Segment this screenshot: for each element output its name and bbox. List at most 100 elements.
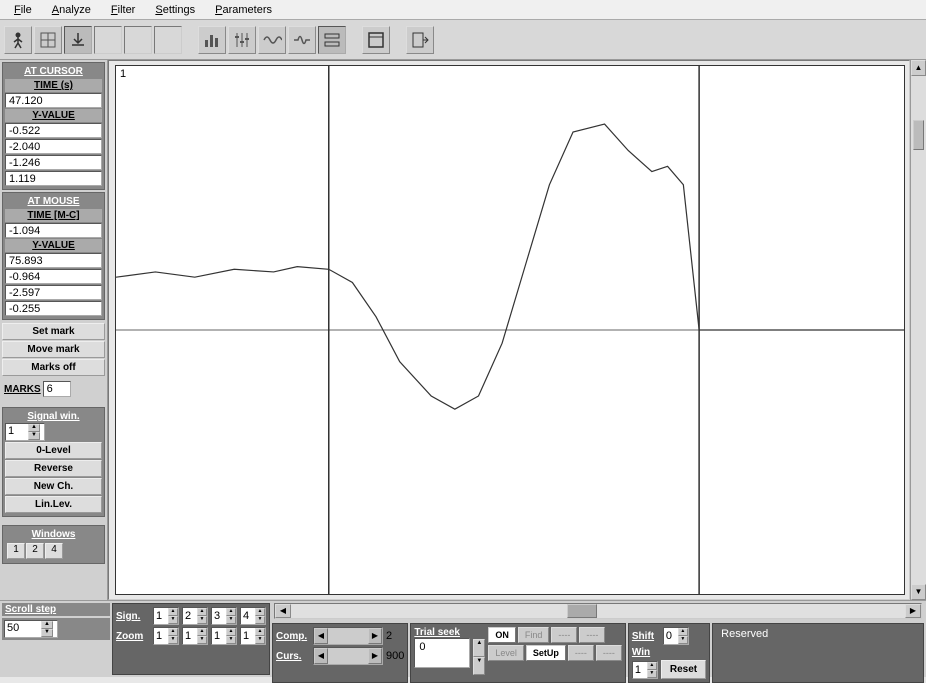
scroll-up-icon[interactable]: ▲ bbox=[911, 60, 926, 76]
mouse-time-value[interactable]: -1.094 bbox=[5, 223, 102, 238]
toolbar-layout-icon[interactable] bbox=[318, 26, 346, 54]
toolbar-empty-3 bbox=[154, 26, 182, 54]
up-arrow-icon[interactable]: ▲ bbox=[41, 621, 53, 629]
cursor-time-label: TIME (s) bbox=[5, 79, 102, 92]
menu-analyze[interactable]: Analyze bbox=[42, 2, 101, 17]
toolbar-bars-icon[interactable] bbox=[198, 26, 226, 54]
curs-slider[interactable]: ◀▶ bbox=[313, 647, 383, 665]
new-ch-button[interactable]: New Ch. bbox=[5, 478, 102, 495]
zoom-label: Zoom bbox=[116, 631, 150, 642]
horizontal-scrollbar[interactable]: ◀ ▶ bbox=[274, 603, 922, 619]
trial-find-button[interactable]: Find bbox=[518, 627, 550, 643]
cursor-y-1[interactable]: -2.040 bbox=[5, 139, 102, 154]
toolbar-sliders-icon[interactable] bbox=[228, 26, 256, 54]
lin-lev-button[interactable]: Lin.Lev. bbox=[5, 496, 102, 513]
signal-win-value[interactable]: 1 bbox=[6, 424, 28, 440]
toolbar-empty-1 bbox=[94, 26, 122, 54]
mouse-y-2[interactable]: -2.597 bbox=[5, 285, 102, 300]
menu-file[interactable]: File bbox=[4, 2, 42, 17]
trial-level-button[interactable]: Level bbox=[488, 645, 524, 661]
move-mark-button[interactable]: Move mark bbox=[2, 341, 105, 358]
down-arrow-icon[interactable]: ▼ bbox=[41, 629, 53, 637]
scroll-step-spinner[interactable]: 50 ▲▼ bbox=[4, 620, 58, 638]
toolbar-window-icon[interactable] bbox=[362, 26, 390, 54]
sign-2[interactable]: 2▲▼ bbox=[182, 607, 208, 625]
menu-parameters[interactable]: Parameters bbox=[205, 2, 282, 17]
trial-setup-button[interactable]: SetUp bbox=[526, 645, 566, 661]
scroll-thumb[interactable] bbox=[913, 120, 924, 150]
vertical-scrollbar[interactable]: ▲ ▼ bbox=[910, 60, 926, 600]
mouse-y-3[interactable]: -0.255 bbox=[5, 301, 102, 316]
zoom-3[interactable]: 1▲▼ bbox=[211, 627, 237, 645]
trial-dash-4: ---- bbox=[596, 645, 622, 661]
shift-spinner[interactable]: 0▲▼ bbox=[663, 627, 689, 645]
hscroll-thumb[interactable] bbox=[567, 604, 597, 618]
marks-value[interactable]: 6 bbox=[43, 381, 71, 397]
marks-off-button[interactable]: Marks off bbox=[2, 359, 105, 376]
trial-down-icon[interactable]: ▼ bbox=[473, 657, 485, 675]
cursor-time-value[interactable]: 47.120 bbox=[5, 93, 102, 108]
toolbar-grid-icon[interactable] bbox=[34, 26, 62, 54]
scroll-down-icon[interactable]: ▼ bbox=[911, 584, 926, 600]
zoom-2[interactable]: 1▲▼ bbox=[182, 627, 208, 645]
toolbar-pulse-icon[interactable] bbox=[288, 26, 316, 54]
at-mouse-header: AT MOUSE bbox=[5, 195, 102, 208]
sign-4[interactable]: 4▲▼ bbox=[240, 607, 266, 625]
hscroll-left-icon[interactable]: ◀ bbox=[275, 604, 291, 618]
comp-curs-panel: Comp. ◀▶ 2 Curs. ◀▶ 900 bbox=[272, 623, 408, 683]
toolbar-empty-2 bbox=[124, 26, 152, 54]
windows-btn-4[interactable]: 4 bbox=[45, 543, 63, 559]
reset-button[interactable]: Reset bbox=[661, 660, 706, 679]
signal-win-label: Signal win. bbox=[5, 410, 102, 423]
signal-plot[interactable]: 1 bbox=[115, 65, 905, 595]
shift-win-panel: Shift 0▲▼ Win 1▲▼ Reset bbox=[628, 623, 710, 683]
mouse-y-1[interactable]: -0.964 bbox=[5, 269, 102, 284]
mark-buttons: Set mark Move mark Marks off bbox=[2, 322, 105, 377]
toolbar-download-icon[interactable] bbox=[64, 26, 92, 54]
cursor-y-0[interactable]: -0.522 bbox=[5, 123, 102, 138]
signal-win-spinner[interactable]: 1 ▲▼ bbox=[5, 423, 45, 441]
zoom-4[interactable]: 1▲▼ bbox=[240, 627, 266, 645]
cursor-y-2[interactable]: -1.246 bbox=[5, 155, 102, 170]
zoom-1[interactable]: 1▲▼ bbox=[153, 627, 179, 645]
windows-btn-2[interactable]: 2 bbox=[26, 543, 44, 559]
trial-on-button[interactable]: ON bbox=[488, 627, 516, 643]
sign-label: Sign. bbox=[116, 611, 150, 622]
set-mark-button[interactable]: Set mark bbox=[2, 323, 105, 340]
trial-seek-panel: Trial seek 0 ▲ ▼ ON Find ---- ---- bbox=[410, 623, 626, 683]
trial-seek-value[interactable]: 0 bbox=[414, 638, 470, 668]
scroll-step-value[interactable]: 50 bbox=[5, 621, 41, 637]
sign-zoom-panel: Sign. 1▲▼ 2▲▼ 3▲▼ 4▲▼ Zoom 1▲▼ 1▲▼ 1▲▼ 1… bbox=[112, 603, 270, 675]
down-arrow-icon[interactable]: ▼ bbox=[28, 432, 40, 440]
zero-level-button[interactable]: 0-Level bbox=[5, 442, 102, 459]
scroll-step-row: Scroll step bbox=[2, 603, 110, 616]
plot-number: 1 bbox=[120, 68, 126, 80]
signal-win-panel: Signal win. 1 ▲▼ 0-Level Reverse New Ch.… bbox=[2, 407, 105, 517]
win-label: Win bbox=[632, 647, 660, 658]
windows-btn-1[interactable]: 1 bbox=[7, 543, 25, 559]
menu-filter[interactable]: Filter bbox=[101, 2, 145, 17]
menu-settings[interactable]: Settings bbox=[145, 2, 205, 17]
hscroll-right-icon[interactable]: ▶ bbox=[905, 604, 921, 618]
sign-1[interactable]: 1▲▼ bbox=[153, 607, 179, 625]
curs-value[interactable]: 900 bbox=[386, 650, 404, 662]
comp-value[interactable]: 2 bbox=[386, 630, 392, 642]
win-spinner[interactable]: 1▲▼ bbox=[632, 661, 658, 679]
toolbar-wave-icon[interactable] bbox=[258, 26, 286, 54]
reverse-button[interactable]: Reverse bbox=[5, 460, 102, 477]
trial-dash-2: ---- bbox=[579, 627, 605, 643]
sign-3[interactable]: 3▲▼ bbox=[211, 607, 237, 625]
toolbar-exit-icon[interactable] bbox=[406, 26, 434, 54]
mouse-y-0[interactable]: 75.893 bbox=[5, 253, 102, 268]
toolbar-run-icon[interactable] bbox=[4, 26, 32, 54]
at-mouse-panel: AT MOUSE TIME [M-C] -1.094 Y-VALUE 75.89… bbox=[2, 192, 105, 320]
mouse-y-label: Y-VALUE bbox=[5, 239, 102, 252]
trial-up-icon[interactable]: ▲ bbox=[473, 639, 485, 657]
comp-slider[interactable]: ◀▶ bbox=[313, 627, 383, 645]
toolbar bbox=[0, 20, 926, 60]
shift-label: Shift bbox=[632, 631, 660, 642]
plot-area[interactable]: 1 bbox=[108, 60, 910, 600]
up-arrow-icon[interactable]: ▲ bbox=[28, 424, 40, 432]
cursor-y-3[interactable]: 1.119 bbox=[5, 171, 102, 186]
bottom-left-panel: Scroll step 50 ▲▼ bbox=[2, 603, 110, 675]
